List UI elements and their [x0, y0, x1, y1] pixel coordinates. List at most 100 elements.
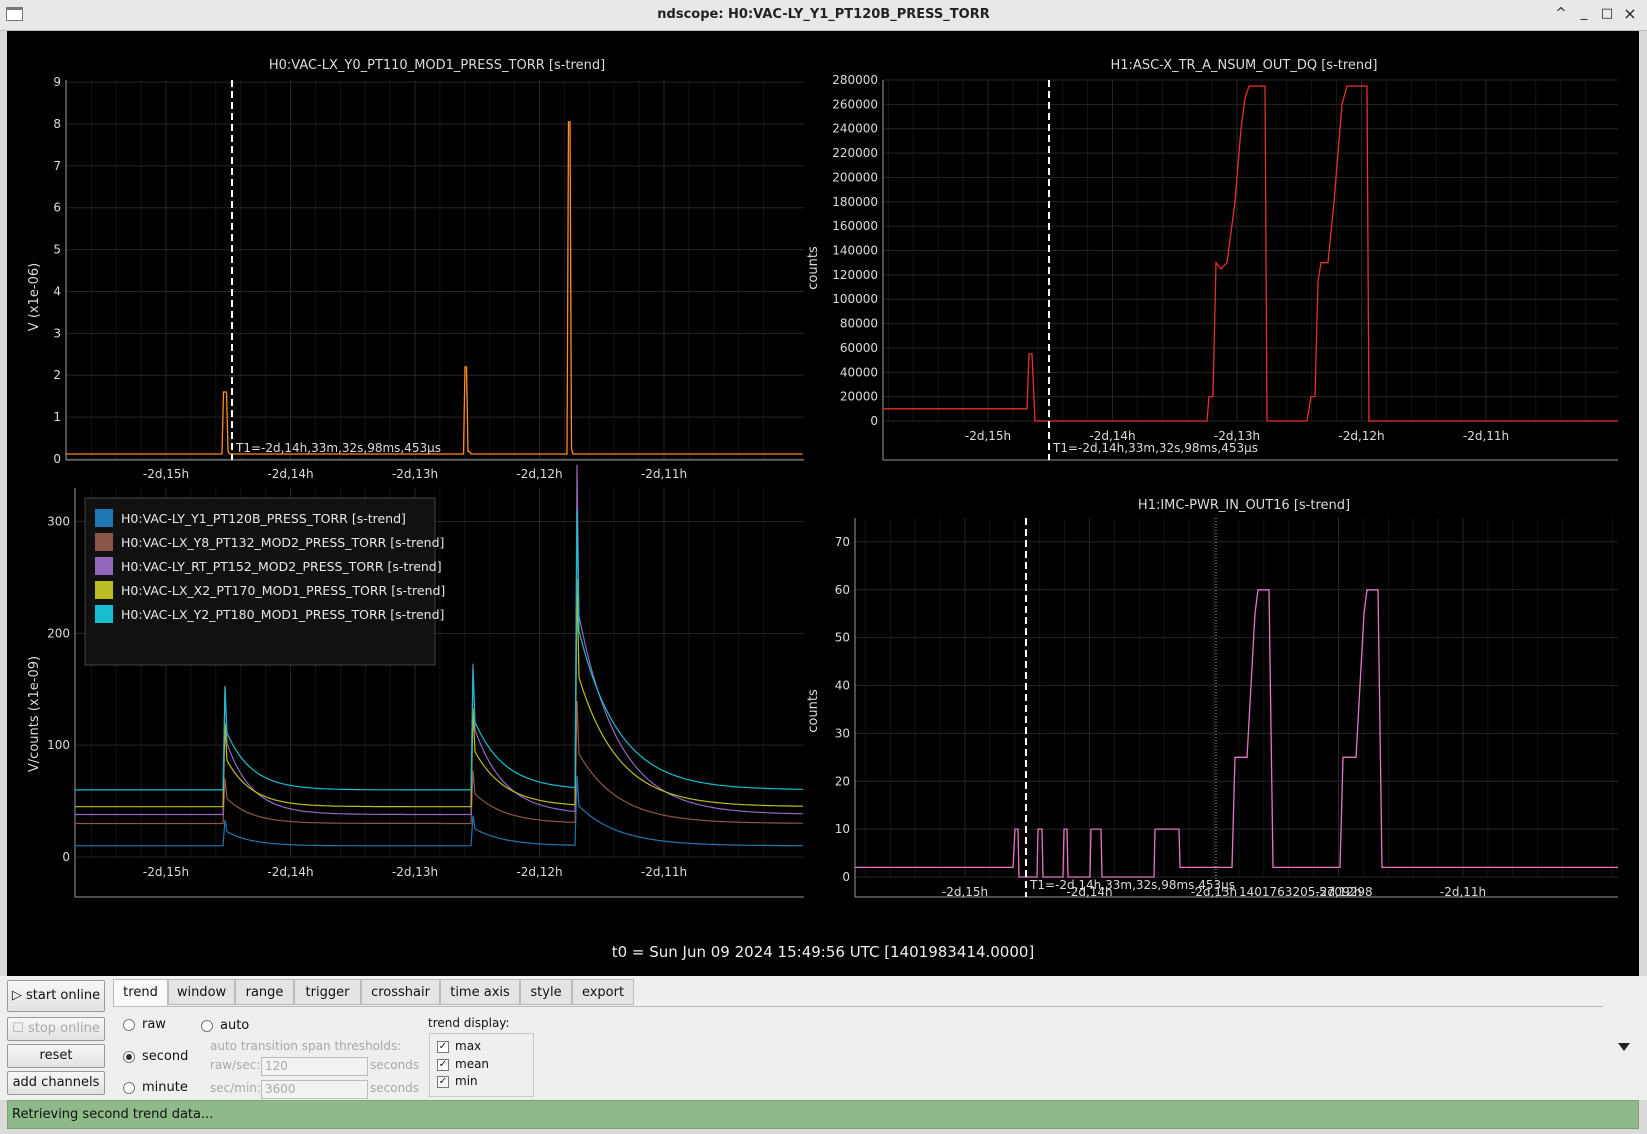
y-tick-label: 140000: [832, 244, 878, 258]
y-tick-label: 0: [53, 452, 61, 466]
y-tick-label: 1: [53, 410, 61, 424]
x-tick-label: -2d,12h: [1338, 429, 1384, 443]
sec-min-input[interactable]: 3600: [261, 1080, 368, 1099]
raw-sec-input[interactable]: 120: [261, 1057, 368, 1076]
min-label: min: [455, 1074, 478, 1088]
mean-label: mean: [455, 1057, 490, 1071]
cursor-t1-label: T1=-2d,14h,33m,32s,98ms,453µs: [1052, 441, 1258, 455]
y-tick-label: 9: [53, 75, 61, 89]
legend-entry: H0:VAC-LY_Y1_PT120B_PRESS_TORR [s-trend]: [121, 511, 406, 526]
y-tick-label: 4: [53, 284, 61, 298]
y-tick-label: 40: [835, 679, 850, 693]
y-tick-label: 2: [53, 368, 61, 382]
raw-label: raw: [142, 1017, 166, 1032]
close-button[interactable]: ×: [1621, 5, 1639, 23]
y-tick-label: 60: [835, 583, 850, 597]
scope-area[interactable]: H0:VAC-LX_Y0_PT110_MOD1_PRESS_TORR [s-tr…: [7, 31, 1639, 976]
sec-min-unit: seconds: [370, 1081, 420, 1095]
tab-window[interactable]: window: [168, 979, 235, 1005]
tab-crosshair[interactable]: crosshair: [361, 979, 440, 1005]
tab-trigger[interactable]: trigger: [294, 979, 361, 1005]
y-tick-label: 200: [47, 626, 70, 640]
plot-bottom-left[interactable]: V/counts (x1e-09) -2d,15h -2d,14h -2d,13h -…: [27, 464, 804, 898]
y-tick-label: 6: [53, 201, 61, 215]
x-tick-label: -2d,12h: [516, 865, 562, 879]
y-tick-label: 220000: [832, 146, 878, 160]
keep-above-button[interactable]: ^: [1552, 5, 1570, 23]
plot-title: H1:IMC-PWR_IN_OUT16 [s-trend]: [1138, 498, 1350, 513]
y-axis-label: V/counts (x1e-09): [27, 656, 42, 772]
x-tick-label: -2d,11h: [641, 865, 687, 879]
tab-time-axis[interactable]: time axis: [440, 979, 520, 1005]
reset-button[interactable]: reset: [7, 1044, 105, 1068]
stop-online-button[interactable]: ☐ stop online: [7, 1017, 105, 1041]
x-tick-label: -2d,12h: [516, 467, 562, 481]
y-tick-label: 40000: [840, 365, 878, 379]
y-axis-label: counts: [806, 689, 821, 733]
tab-range[interactable]: range: [235, 979, 294, 1005]
x-tick-label: -2d,14h: [267, 865, 313, 879]
x-tick-label: -2d,13h: [392, 467, 438, 481]
y-tick-label: 280000: [832, 73, 878, 87]
y-tick-label: 7: [53, 159, 61, 173]
mean-checkbox[interactable]: ✓: [437, 1059, 449, 1071]
plot-title: H1:ASC-X_TR_A_NSUM_OUT_DQ [s-trend]: [1111, 58, 1378, 73]
cursor-t1-label: T1=-2d,14h,33m,32s,98ms,453µs: [235, 441, 441, 455]
minimize-button[interactable]: _: [1575, 5, 1593, 23]
auto-label: auto: [220, 1018, 250, 1033]
y-tick-label: 30: [835, 726, 850, 740]
legend-swatch: [95, 533, 113, 551]
legend-swatch: [95, 605, 113, 623]
cursor-t2-label: 1401763205.5709298: [1239, 885, 1373, 899]
y-tick-label: 3: [53, 326, 61, 340]
plot-bottom-right[interactable]: H1:IMC-PWR_IN_OUT16 [s-trend] counts -2d…: [806, 498, 1618, 899]
cursor-t1-label: T1=-2d,14h,33m,32s,98ms,453µs: [1029, 878, 1235, 892]
minute-radio[interactable]: [123, 1082, 135, 1094]
x-tick-label: -2d,11h: [1440, 885, 1486, 899]
trend-tab-panel: raw second minute auto auto transition s…: [113, 1006, 1603, 1099]
y-tick-label: 100000: [832, 292, 878, 306]
tab-style[interactable]: style: [520, 979, 572, 1005]
window-titlebar[interactable]: ndscope: H0:VAC-LY_Y1_PT120B_PRESS_TORR …: [0, 0, 1647, 31]
x-tick-label: -2d,11h: [1463, 429, 1509, 443]
y-tick-label: 0: [870, 414, 878, 428]
tab-export[interactable]: export: [572, 979, 634, 1005]
x-tick-label: -2d,14h: [267, 467, 313, 481]
x-tick-label: -2d,13h: [392, 865, 438, 879]
auto-threshold-label: auto transition span thresholds:: [210, 1039, 402, 1053]
y-tick-label: 80000: [840, 317, 878, 331]
y-tick-label: 240000: [832, 122, 878, 136]
plot-top-right[interactable]: H1:ASC-X_TR_A_NSUM_OUT_DQ [s-trend] coun…: [806, 58, 1618, 461]
status-bar: Retrieving second trend data...: [7, 1100, 1639, 1129]
legend-entry: H0:VAC-LX_X2_PT170_MOD1_PRESS_TORR [s-tr…: [121, 583, 445, 598]
x-tick-label: -2d,11h: [641, 467, 687, 481]
legend-entry: H0:VAC-LY_RT_PT152_MOD2_PRESS_TORR [s-tr…: [121, 559, 442, 574]
collapse-arrow-icon[interactable]: [1618, 1043, 1630, 1051]
y-tick-label: 50: [835, 631, 850, 645]
raw-radio[interactable]: [123, 1019, 135, 1031]
y-tick-label: 8: [53, 117, 61, 131]
y-tick-label: 0: [62, 850, 70, 864]
add-channels-button[interactable]: add channels: [7, 1071, 105, 1095]
x-tick-label: -2d,15h: [965, 429, 1011, 443]
max-checkbox[interactable]: ✓: [437, 1041, 449, 1053]
start-online-button[interactable]: ▷ start online: [7, 980, 105, 1012]
auto-radio[interactable]: [201, 1020, 213, 1032]
y-tick-label: 180000: [832, 195, 878, 209]
maximize-button[interactable]: □: [1598, 5, 1616, 23]
y-tick-label: 200000: [832, 170, 878, 184]
plot-title: H0:VAC-LX_Y0_PT110_MOD1_PRESS_TORR [s-tr…: [269, 58, 605, 73]
x-tick-label: -2d,15h: [942, 885, 988, 899]
plot-top-left[interactable]: H0:VAC-LX_Y0_PT110_MOD1_PRESS_TORR [s-tr…: [27, 58, 804, 481]
second-label: second: [142, 1049, 189, 1064]
y-tick-label: 5: [53, 243, 61, 257]
trace-vac-lx-y0: [66, 121, 803, 455]
trend-display-group: ✓ max ✓ mean ✓ min: [429, 1033, 534, 1097]
tab-trend[interactable]: trend: [113, 979, 168, 1007]
y-tick-label: 60000: [840, 341, 878, 355]
y-tick-label: 300: [47, 515, 70, 529]
legend-swatch: [95, 557, 113, 575]
second-radio[interactable]: [123, 1051, 135, 1063]
max-label: max: [455, 1039, 482, 1053]
min-checkbox[interactable]: ✓: [437, 1076, 449, 1088]
